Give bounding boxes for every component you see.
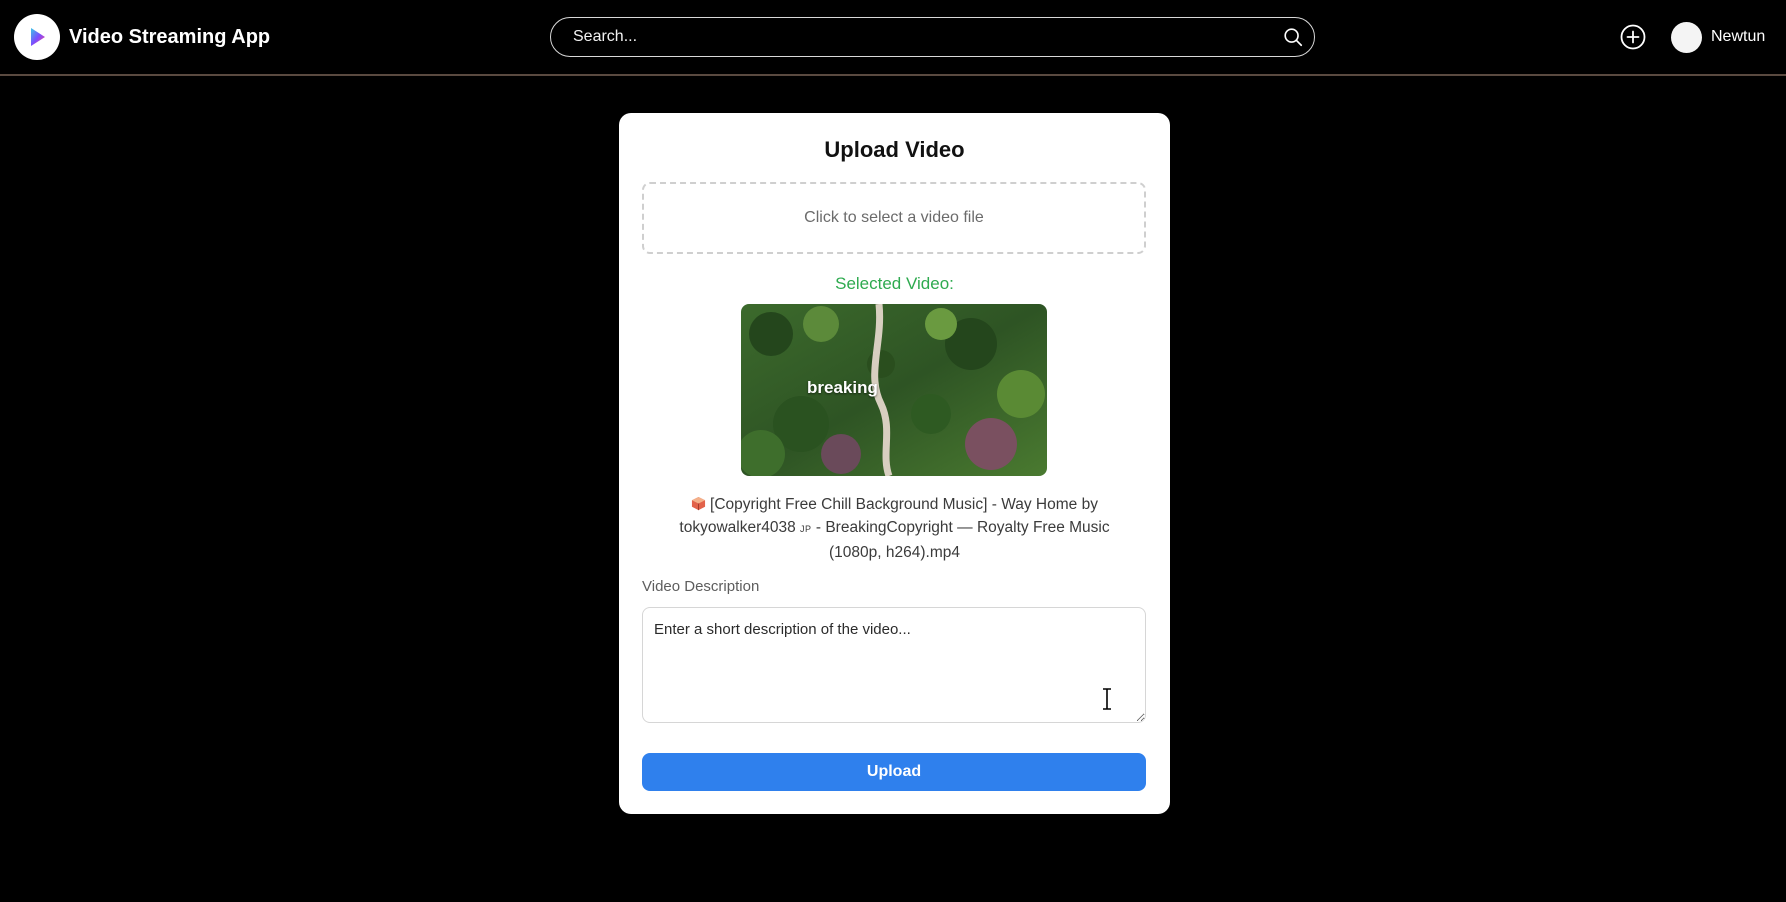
- upload-card: Upload Video Click to select a video fil…: [619, 113, 1170, 814]
- package-icon: [691, 496, 706, 511]
- user-menu[interactable]: Newtun: [1671, 21, 1765, 53]
- avatar: [1671, 21, 1702, 53]
- top-navbar: Video Streaming App Newtun: [0, 0, 1786, 76]
- search-input[interactable]: [573, 18, 1253, 56]
- selected-file-name: [Copyright Free Chill Background Music] …: [655, 493, 1134, 564]
- thumbnail-caption: breaking: [807, 378, 878, 397]
- file-select-dropzone[interactable]: Click to select a video file: [642, 182, 1146, 254]
- file-name-part2: - BreakingCopyright — Royalty Free Music…: [815, 519, 1110, 561]
- search-bar: [550, 17, 1315, 57]
- description-label: Video Description: [642, 578, 760, 595]
- search-icon[interactable]: [1282, 26, 1304, 48]
- app-title: Video Streaming App: [69, 25, 271, 48]
- brand[interactable]: Video Streaming App: [14, 14, 270, 60]
- description-textarea[interactable]: [642, 607, 1146, 723]
- forest-road-image: [741, 304, 1047, 476]
- page-title: Upload Video: [824, 137, 965, 162]
- file-name-jp: JP: [800, 524, 812, 534]
- play-logo-icon: [14, 14, 60, 60]
- text-cursor-icon: [1103, 688, 1111, 710]
- selected-video-label: Selected Video:: [835, 274, 954, 293]
- video-thumbnail: breaking: [741, 304, 1047, 476]
- file-select-label: Click to select a video file: [804, 209, 984, 226]
- plus-circle-icon[interactable]: [1620, 24, 1646, 50]
- upload-button[interactable]: Upload: [642, 753, 1146, 791]
- username: Newtun: [1711, 28, 1766, 45]
